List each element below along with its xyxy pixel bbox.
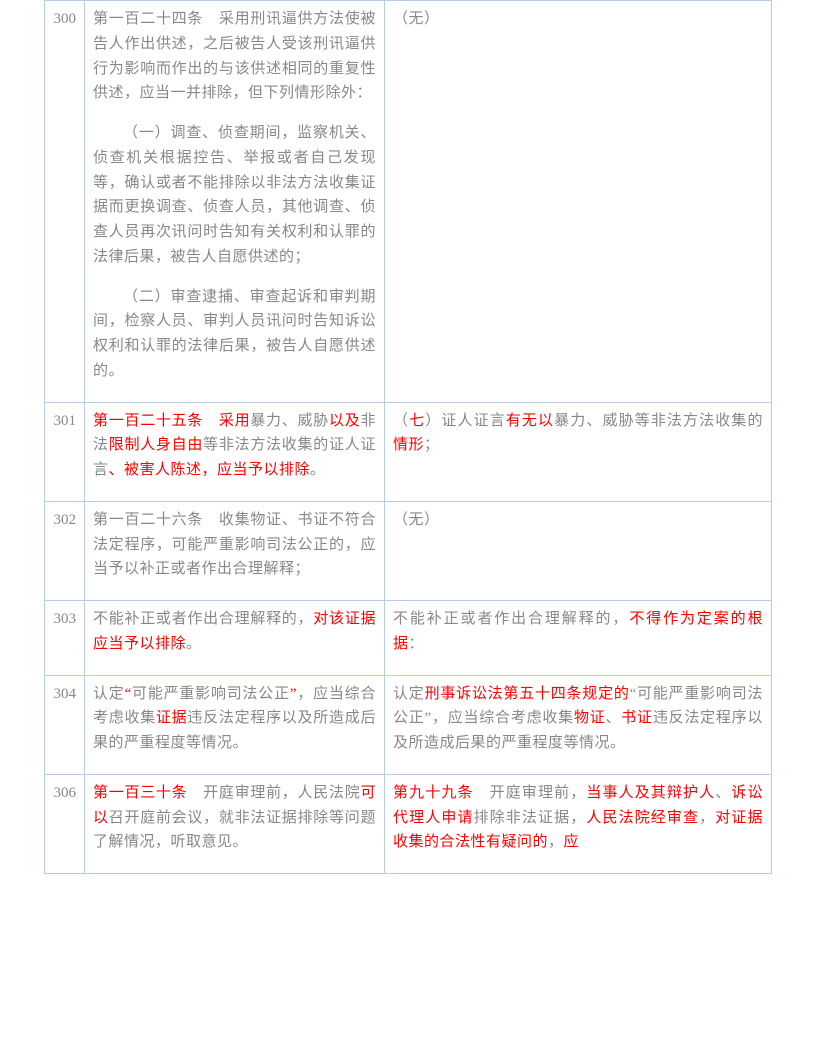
text: 第一百二十四条 采用刑讯逼供方法使被告人作出供述，之后被告人受该刑讯逼供行为影响… <box>93 11 376 101</box>
table-body: 300第一百二十四条 采用刑讯逼供方法使被告人作出供述，之后被告人受该刑讯逼供行… <box>45 1 772 874</box>
paragraph: 第一百三十条 开庭审理前，人民法院可以召开庭前会议，就非法证据排除等问题了解情况… <box>93 781 376 855</box>
diff-text: 以及 <box>329 413 360 429</box>
text: 暴力、威胁 <box>250 413 329 429</box>
table-cell: （七）证人证言有无以暴力、威胁等非法方法收集的情形； <box>385 402 772 501</box>
diff-text: 当事人及其辩护人 <box>586 785 715 801</box>
diff-text: 限制人身自由 <box>109 437 203 453</box>
diff-text: 物证 <box>574 710 606 726</box>
paragraph: 第一百二十五条 采用暴力、威胁以及非法限制人身自由等非法方法收集的证人证言、被害… <box>93 409 376 483</box>
text: 不能补正或者作出合理解释的， <box>393 611 629 627</box>
diff-text: 、被害人陈述，应当予以排除 <box>109 462 311 478</box>
diff-text: 七 <box>409 413 425 429</box>
table-row: 303不能补正或者作出合理解释的，对该证据应当予以排除。不能补正或者作出合理解释… <box>45 601 772 676</box>
text: 不能补正或者作出合理解释的， <box>93 611 313 627</box>
paragraph: 认定刑事诉讼法第五十四条规定的“可能严重影响司法公正”，应当综合考虑收集物证、书… <box>393 682 763 756</box>
table-cell: （无） <box>385 501 772 600</box>
diff-text: 刑事诉讼法第五十四条规定的 <box>425 686 630 702</box>
table-cell: 第一百二十六条 收集物证、书证不符合法定程序，可能严重影响司法公正的，应当予以补… <box>85 501 385 600</box>
diff-text: 人民法院经审查 <box>586 810 699 826</box>
diff-text: 证据 <box>156 710 187 726</box>
text: 召开庭前会议，就非法证据排除等问题了解情况，听取意见。 <box>93 810 376 851</box>
table-cell: 第九十九条 开庭审理前，当事人及其辩护人、诉讼代理人申请排除非法证据，人民法院经… <box>385 774 772 873</box>
row-number: 306 <box>45 774 85 873</box>
text: （无） <box>393 512 440 528</box>
row-number: 302 <box>45 501 85 600</box>
text: 开庭审理前， <box>474 785 587 801</box>
text: 、 <box>715 785 731 801</box>
text: （一）调查、侦查期间，监察机关、侦查机关根据控告、举报或者自己发现等，确认或者不… <box>93 125 376 265</box>
diff-text: 有无以 <box>506 413 554 429</box>
text: 、 <box>605 710 621 726</box>
paragraph: （二）审查逮捕、审查起诉和审判期间，检察人员、审判人员讯问时告知诉讼权利和认罪的… <box>93 285 376 384</box>
table-cell: 认定刑事诉讼法第五十四条规定的“可能严重影响司法公正”，应当综合考虑收集物证、书… <box>385 675 772 774</box>
paragraph: 不能补正或者作出合理解释的，不得作为定案的根据： <box>393 607 763 657</box>
paragraph: 第一百二十六条 收集物证、书证不符合法定程序，可能严重影响司法公正的，应当予以补… <box>93 508 376 582</box>
paragraph: （一）调查、侦查期间，监察机关、侦查机关根据控告、举报或者自己发现等，确认或者不… <box>93 121 376 270</box>
table-cell: 第一百二十四条 采用刑讯逼供方法使被告人作出供述，之后被告人受该刑讯逼供行为影响… <box>85 1 385 403</box>
table-cell: 不能补正或者作出合理解释的，对该证据应当予以排除。 <box>85 601 385 676</box>
diff-text: 应 <box>564 834 580 850</box>
row-number: 300 <box>45 1 85 403</box>
text: 。 <box>186 636 202 652</box>
text: 认定 <box>93 686 125 702</box>
text: ， <box>548 834 564 850</box>
diff-text: ” <box>290 686 297 702</box>
paragraph: （无） <box>393 7 763 32</box>
diff-text: “ <box>125 686 132 702</box>
paragraph: 第一百二十四条 采用刑讯逼供方法使被告人作出供述，之后被告人受该刑讯逼供行为影响… <box>93 7 376 106</box>
paragraph: 不能补正或者作出合理解释的，对该证据应当予以排除。 <box>93 607 376 657</box>
text: （无） <box>393 11 440 27</box>
paragraph: 第九十九条 开庭审理前，当事人及其辩护人、诉讼代理人申请排除非法证据，人民法院经… <box>393 781 763 855</box>
text: 排除非法证据， <box>474 810 587 826</box>
table-cell: 不能补正或者作出合理解释的，不得作为定案的根据： <box>385 601 772 676</box>
text: 认定 <box>393 686 425 702</box>
table-row: 304认定“可能严重影响司法公正”，应当综合考虑收集证据违反法定程序以及所造成后… <box>45 675 772 774</box>
paragraph: （七）证人证言有无以暴力、威胁等非法方法收集的情形； <box>393 409 763 459</box>
text: 开庭审理前，人民法院 <box>187 785 360 801</box>
table-cell: （无） <box>385 1 772 403</box>
row-number: 303 <box>45 601 85 676</box>
row-number: 301 <box>45 402 85 501</box>
text: 第一百二十六条 收集物证、书证不符合法定程序，可能严重影响司法公正的，应当予以补… <box>93 512 376 578</box>
table-row: 306第一百三十条 开庭审理前，人民法院可以召开庭前会议，就非法证据排除等问题了… <box>45 774 772 873</box>
table-cell: 第一百三十条 开庭审理前，人民法院可以召开庭前会议，就非法证据排除等问题了解情况… <box>85 774 385 873</box>
row-number: 304 <box>45 675 85 774</box>
table-cell: 认定“可能严重影响司法公正”，应当综合考虑收集证据违反法定程序以及所造成后果的严… <box>85 675 385 774</box>
table-row: 302第一百二十六条 收集物证、书证不符合法定程序，可能严重影响司法公正的，应当… <box>45 501 772 600</box>
table-row: 301第一百二十五条 采用暴力、威胁以及非法限制人身自由等非法方法收集的证人证言… <box>45 402 772 501</box>
paragraph: （无） <box>393 508 763 533</box>
paragraph: 认定“可能严重影响司法公正”，应当综合考虑收集证据违反法定程序以及所造成后果的严… <box>93 682 376 756</box>
text: ， <box>699 810 715 826</box>
diff-text: 第九十九条 <box>393 785 474 801</box>
diff-text: 第一百三十条 <box>93 785 187 801</box>
text: （二）审查逮捕、审查起诉和审判期间，检察人员、审判人员讯问时告知诉讼权利和认罪的… <box>93 289 376 379</box>
diff-text: 书证 <box>621 710 653 726</box>
comparison-table: 300第一百二十四条 采用刑讯逼供方法使被告人作出供述，之后被告人受该刑讯逼供行… <box>44 0 772 874</box>
diff-text: 第一百二十五条 采用 <box>93 413 250 429</box>
table-cell: 第一百二十五条 采用暴力、威胁以及非法限制人身自由等非法方法收集的证人证言、被害… <box>85 402 385 501</box>
text: （ <box>393 413 409 429</box>
text: ）证人证言 <box>425 413 506 429</box>
text: 。 <box>310 462 326 478</box>
diff-text: 情形 <box>393 437 424 453</box>
text: 可能严重影响司法公正 <box>132 686 290 702</box>
text: 暴力、威胁等非法方法收集的 <box>554 413 763 429</box>
table-row: 300第一百二十四条 采用刑讯逼供方法使被告人作出供述，之后被告人受该刑讯逼供行… <box>45 1 772 403</box>
text: ； <box>424 437 440 453</box>
text: ： <box>409 636 425 652</box>
